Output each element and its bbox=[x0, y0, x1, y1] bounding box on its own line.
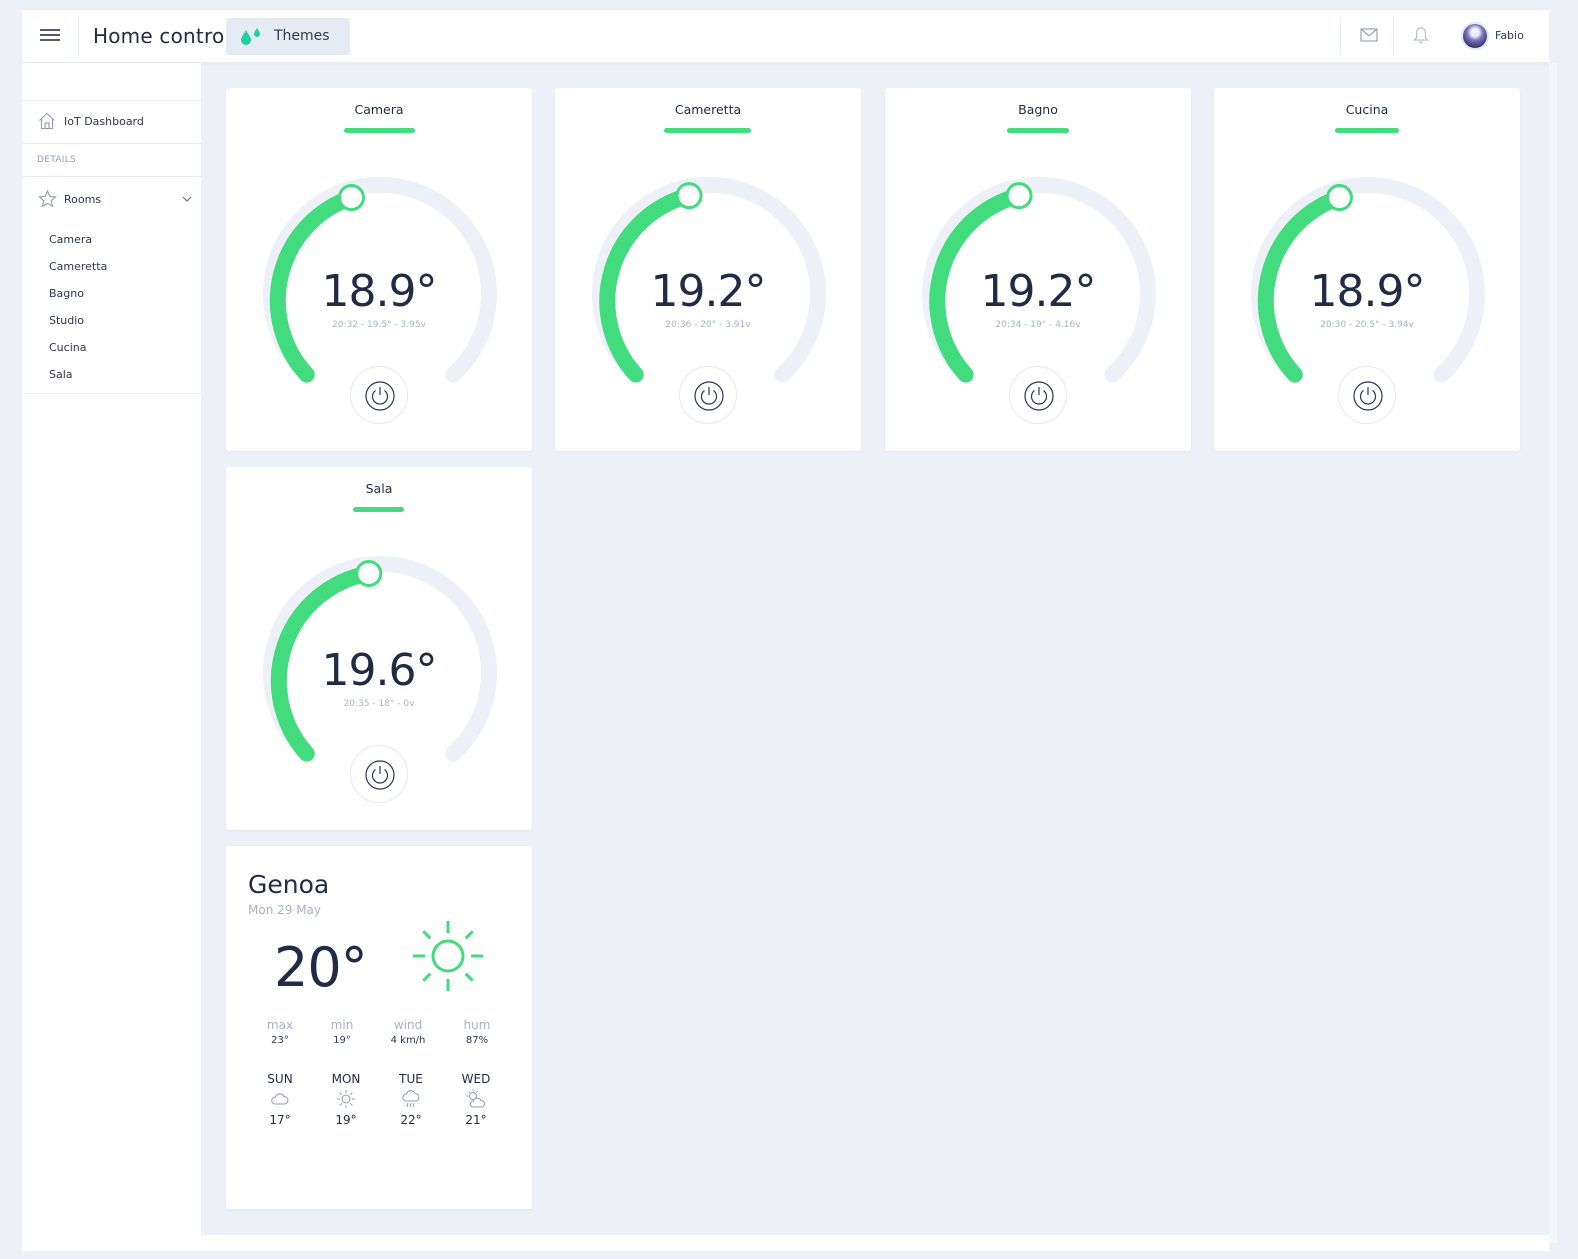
bell-icon[interactable] bbox=[1413, 26, 1429, 44]
weather-stat-hum: hum 87% bbox=[447, 1018, 507, 1046]
current-temperature: 18.9° bbox=[321, 266, 438, 317]
reading-meta: 20:30 - 20.5° - 3.94v bbox=[1320, 320, 1414, 330]
current-temperature: 19.2° bbox=[650, 266, 767, 317]
forecast-temp: 19° bbox=[335, 1113, 357, 1127]
power-button[interactable] bbox=[1338, 366, 1396, 424]
weather-stat-max: max 23° bbox=[250, 1018, 310, 1046]
weather-temperature: 20° bbox=[274, 936, 368, 999]
forecast-day: SUN 17° bbox=[250, 1072, 310, 1127]
weather-date: Mon 29 May bbox=[248, 903, 322, 917]
reading-meta: 20:35 - 18° - 0v bbox=[343, 699, 415, 709]
weather-card: Genoa Mon 29 May 20° max 23° min 19° win… bbox=[226, 846, 532, 1209]
dial-handle bbox=[1325, 184, 1353, 212]
power-button[interactable] bbox=[350, 366, 408, 424]
stat-value: 19° bbox=[333, 1035, 351, 1046]
power-icon bbox=[365, 381, 395, 411]
forecast-day-label: MON bbox=[331, 1072, 361, 1086]
star-icon bbox=[38, 190, 57, 208]
avatar[interactable] bbox=[1461, 22, 1489, 50]
sidebar-subitem-cameretta[interactable]: Cameretta bbox=[49, 260, 107, 273]
scrollbar-track[interactable] bbox=[1549, 63, 1557, 1243]
power-button[interactable] bbox=[679, 366, 737, 424]
stat-value: 23° bbox=[271, 1035, 289, 1046]
weather-stat-wind: wind 4 km/h bbox=[378, 1018, 438, 1046]
forecast-day-label: WED bbox=[461, 1072, 491, 1086]
weather-stat-min: min 19° bbox=[312, 1018, 372, 1046]
sidebar-divider bbox=[22, 176, 201, 177]
reading-meta: 20:32 - 19.5° - 3.95v bbox=[332, 320, 426, 330]
sidebar-subitem-sala[interactable]: Sala bbox=[49, 368, 73, 381]
sidebar: IoT Dashboard DETAILS Rooms Camera Camer… bbox=[22, 84, 201, 1235]
sidebar-subitem-camera[interactable]: Camera bbox=[49, 233, 92, 246]
sidebar-item-iot-dashboard[interactable]: IoT Dashboard bbox=[22, 110, 201, 142]
sidebar-item-rooms[interactable]: Rooms bbox=[22, 188, 201, 216]
reading-meta: 20:34 - 19° - 4.16v bbox=[995, 320, 1081, 330]
cloud-icon bbox=[271, 1093, 289, 1105]
header-divider bbox=[78, 18, 79, 54]
sun-icon bbox=[413, 921, 483, 991]
sidebar-item-label: Rooms bbox=[64, 193, 102, 206]
stat-label: min bbox=[330, 1018, 354, 1032]
thermostat-card-bagno: Bagno 19.2° 20:34 - 19° - 4.16v bbox=[885, 88, 1191, 451]
reading-meta: 20:36 - 20° - 3.91v bbox=[665, 320, 751, 330]
dial-handle bbox=[1005, 182, 1033, 210]
hamburger-menu-icon[interactable] bbox=[40, 26, 60, 46]
dial-handle bbox=[355, 559, 383, 587]
current-temperature: 18.9° bbox=[1309, 266, 1426, 317]
rain-icon bbox=[402, 1090, 420, 1108]
dial-handle bbox=[675, 182, 703, 210]
forecast-temp: 21° bbox=[465, 1113, 487, 1127]
current-temperature: 19.2° bbox=[980, 266, 1097, 317]
forecast-day-label: TUE bbox=[399, 1072, 423, 1086]
thermostat-card-cucina: Cucina 18.9° 20:30 - 20.5° - 3.94v bbox=[1214, 88, 1520, 451]
header-divider bbox=[1393, 18, 1394, 54]
app-title: Home control bbox=[93, 24, 231, 48]
sidebar-divider bbox=[22, 143, 201, 144]
stat-label: wind bbox=[393, 1018, 423, 1032]
mail-icon[interactable] bbox=[1360, 28, 1378, 42]
power-icon bbox=[365, 760, 395, 790]
power-button[interactable] bbox=[350, 745, 408, 803]
home-icon bbox=[39, 112, 55, 130]
water-drops-icon bbox=[241, 28, 260, 45]
chevron-down-icon[interactable] bbox=[182, 196, 192, 202]
forecast-temp: 17° bbox=[269, 1113, 291, 1127]
partly-cloudy-icon bbox=[466, 1089, 486, 1108]
power-button[interactable] bbox=[1009, 366, 1067, 424]
weather-city: Genoa bbox=[248, 870, 330, 899]
sidebar-subitem-cucina[interactable]: Cucina bbox=[49, 341, 86, 354]
stat-label: max bbox=[266, 1018, 294, 1032]
themes-button[interactable]: Themes bbox=[226, 18, 350, 55]
power-icon bbox=[694, 381, 724, 411]
thermostat-card-camera: Camera 18.9° 20:32 - 19.5° - 3.95v bbox=[226, 88, 532, 451]
forecast-day: MON 19° bbox=[316, 1072, 376, 1127]
forecast-temp: 22° bbox=[400, 1113, 422, 1127]
thermostat-card-cameretta: Cameretta 19.2° 20:36 - 20° - 3.91v bbox=[555, 88, 861, 451]
user-name: Fabio bbox=[1495, 29, 1524, 42]
forecast-day: TUE 22° bbox=[381, 1072, 441, 1127]
stat-label: hum bbox=[463, 1018, 491, 1032]
sidebar-subitem-bagno[interactable]: Bagno bbox=[49, 287, 84, 300]
current-temperature: 19.6° bbox=[321, 645, 438, 696]
power-icon bbox=[1024, 381, 1054, 411]
dial-handle bbox=[337, 184, 365, 212]
sidebar-divider bbox=[22, 100, 201, 101]
header-divider bbox=[1340, 18, 1341, 54]
power-icon bbox=[1353, 381, 1383, 411]
sidebar-item-label: IoT Dashboard bbox=[64, 115, 144, 128]
sidebar-subitem-studio[interactable]: Studio bbox=[49, 314, 84, 327]
sidebar-divider bbox=[22, 393, 201, 394]
stat-value: 87% bbox=[465, 1035, 489, 1046]
thermostat-card-sala: Sala 19.6° 20:35 - 18° - 0v bbox=[226, 467, 532, 830]
themes-label: Themes bbox=[274, 28, 330, 44]
section-caption: DETAILS bbox=[37, 155, 77, 165]
forecast-day: WED 21° bbox=[446, 1072, 506, 1127]
stat-value: 4 km/h bbox=[390, 1035, 426, 1046]
header: Home control Themes Fabio bbox=[22, 10, 1549, 63]
sun-icon bbox=[337, 1090, 355, 1108]
forecast-day-label: SUN bbox=[267, 1072, 293, 1086]
